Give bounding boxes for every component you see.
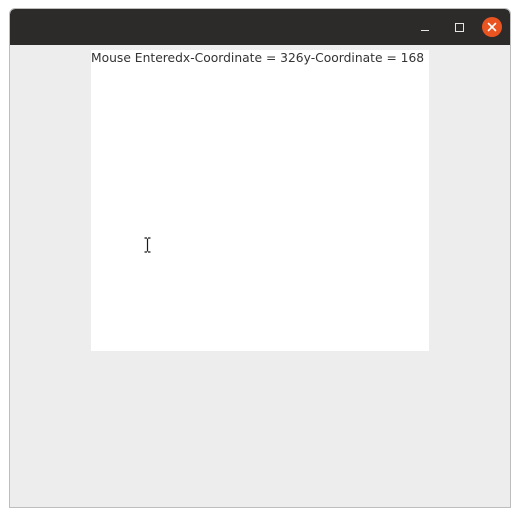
title-bar[interactable] — [10, 9, 510, 45]
text-cursor-icon — [144, 237, 151, 253]
minimize-icon — [421, 30, 429, 31]
app-window: Mouse Enteredx-Coordinate = 326y-Coordin… — [9, 8, 511, 508]
maximize-button[interactable] — [449, 17, 469, 37]
maximize-icon — [454, 22, 464, 32]
minimize-button[interactable] — [415, 17, 435, 37]
mouse-status-text: Mouse Enteredx-Coordinate = 326y-Coordin… — [91, 51, 425, 65]
close-icon — [482, 17, 502, 37]
mouse-tracking-panel[interactable]: Mouse Enteredx-Coordinate = 326y-Coordin… — [91, 50, 429, 351]
close-button[interactable] — [482, 17, 502, 37]
